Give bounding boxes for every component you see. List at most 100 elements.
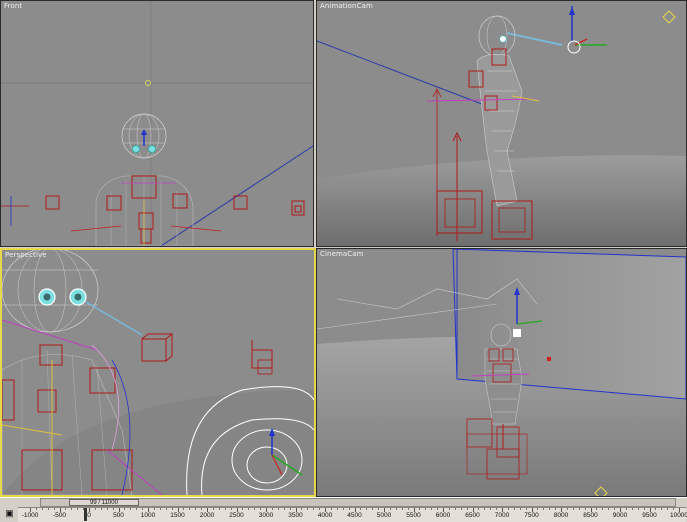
ruler-minor-tick	[159, 508, 161, 510]
ruler-minor-tick	[183, 508, 185, 510]
viewport-label-animation-cam[interactable]: AnimationCam	[320, 2, 373, 10]
ruler-minor-tick	[189, 508, 191, 510]
ruler-minor-tick	[106, 508, 108, 510]
viewport-label-perspective[interactable]: Perspective	[5, 251, 47, 259]
ruler-minor-tick	[507, 508, 509, 510]
ruler-minor-tick	[484, 508, 486, 510]
ruler-label: 5500	[406, 512, 421, 519]
time-slider-thumb[interactable]: 99 / 11000	[69, 499, 139, 506]
viewport-label-front[interactable]: Front	[4, 2, 22, 10]
ruler-minor-tick	[65, 508, 67, 510]
current-frame-marker[interactable]	[84, 508, 87, 521]
ruler-minor-tick	[655, 508, 657, 510]
ruler-minor-tick	[319, 508, 321, 510]
ruler-minor-tick	[478, 508, 480, 510]
time-slider[interactable]: 99 / 11000	[40, 498, 676, 507]
viewport-cinema-cam[interactable]: CinemaCam	[316, 248, 687, 497]
ruler-label: 2500	[229, 512, 244, 519]
perspective-scene	[2, 250, 314, 495]
viewport-front[interactable]: Front	[0, 0, 314, 247]
ruler-minor-tick	[608, 508, 610, 510]
ruler-minor-tick	[389, 508, 391, 510]
ruler-minor-tick	[466, 508, 468, 510]
ruler-minor-tick	[165, 508, 167, 510]
timeline-bar: 99 / 11000 ▣ -1000 -500 0 500 1000 1500 2000 25…	[0, 497, 687, 522]
ruler-label: 3000	[258, 512, 274, 519]
ruler-label: 7500	[524, 512, 539, 519]
viewport-perspective[interactable]: Perspective	[0, 248, 316, 497]
animation-cam-scene	[317, 6, 686, 246]
ruler-minor-tick	[124, 508, 126, 510]
ruler-minor-tick	[201, 508, 203, 510]
ruler-minor-tick	[71, 508, 73, 510]
ruler-minor-tick	[496, 508, 498, 510]
ruler-label: 3500	[288, 512, 303, 519]
ruler-minor-tick	[372, 508, 374, 510]
ruler-label: 4500	[347, 512, 362, 519]
ruler-minor-tick	[460, 508, 462, 510]
ruler-label: 1500	[170, 512, 185, 519]
ruler-minor-tick	[195, 508, 197, 510]
ruler-minor-tick	[519, 508, 521, 510]
cinema-cam-scene	[317, 249, 686, 496]
ruler-minor-tick	[525, 508, 527, 510]
ruler-minor-tick	[136, 508, 138, 510]
ruler-minor-tick	[142, 508, 144, 510]
ruler-label: 4000	[317, 512, 333, 519]
ruler-minor-tick	[378, 508, 380, 510]
ruler-minor-tick	[584, 508, 586, 510]
track-bar-icon[interactable]: ▣	[4, 508, 15, 519]
ruler-minor-tick	[100, 508, 102, 510]
ruler-minor-tick	[330, 508, 332, 510]
ruler-minor-tick	[77, 508, 79, 510]
ruler-label: 6000	[435, 512, 451, 519]
track-bar-ruler[interactable]: -1000 -500 0 500 1000 1500 2000 2500 3000 3500 400…	[18, 507, 687, 522]
ruler-minor-tick	[555, 508, 557, 510]
viewport-label-cinema-cam[interactable]: CinemaCam	[320, 250, 364, 258]
ruler-minor-tick	[549, 508, 551, 510]
ruler-minor-tick	[336, 508, 338, 510]
ruler-minor-tick	[643, 508, 645, 510]
ruler-minor-tick	[254, 508, 256, 510]
ruler-minor-tick	[401, 508, 403, 510]
ruler-minor-tick	[248, 508, 250, 510]
ruler-minor-tick	[614, 508, 616, 510]
ruler-minor-tick	[419, 508, 421, 510]
ruler-minor-tick	[637, 508, 639, 510]
ruler-label: 6500	[465, 512, 480, 519]
ruler-minor-tick	[537, 508, 539, 510]
ruler-minor-tick	[431, 508, 433, 510]
ruler-minor-tick	[112, 508, 114, 510]
ruler-label: -1000	[21, 512, 39, 519]
ruler-minor-tick	[566, 508, 568, 510]
ruler-minor-tick	[130, 508, 132, 510]
ruler-minor-tick	[230, 508, 232, 510]
ruler-label: 9500	[642, 512, 657, 519]
front-scene	[1, 1, 313, 246]
ruler-minor-tick	[360, 508, 362, 510]
ruler-minor-tick	[342, 508, 344, 510]
ruler-minor-tick	[661, 508, 663, 510]
ruler-minor-tick	[242, 508, 244, 510]
ruler-minor-tick	[673, 508, 675, 510]
viewport-animation-cam[interactable]: AnimationCam	[316, 0, 687, 247]
ruler-minor-tick	[407, 508, 409, 510]
ruler-minor-tick	[490, 508, 492, 510]
ruler-minor-tick	[301, 508, 303, 510]
ruler-minor-tick	[667, 508, 669, 510]
ruler-minor-tick	[277, 508, 279, 510]
ruler-minor-tick	[448, 508, 450, 510]
ruler-minor-tick	[53, 508, 55, 510]
ruler-minor-tick	[47, 508, 49, 510]
ruler-minor-tick	[454, 508, 456, 510]
ruler-minor-tick	[543, 508, 545, 510]
ruler-label: 8500	[583, 512, 598, 519]
ruler-minor-tick	[307, 508, 309, 510]
ruler-minor-tick	[348, 508, 350, 510]
ruler-label: 9000	[612, 512, 628, 519]
ruler-label: 2000	[199, 512, 215, 519]
ruler-minor-tick	[94, 508, 96, 510]
ruler-minor-tick	[41, 508, 43, 510]
ruler-label: 8000	[553, 512, 569, 519]
ruler-minor-tick	[218, 508, 220, 510]
